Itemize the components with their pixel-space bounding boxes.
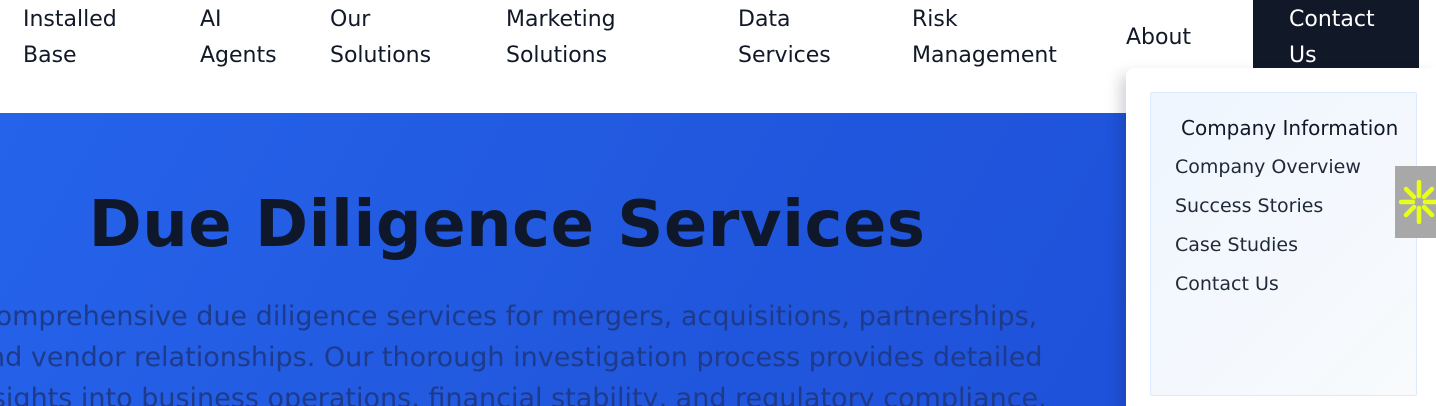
nav-our-solutions[interactable]: Our Solutions (330, 2, 431, 74)
contact-us-button[interactable]: Contact Us (1253, 0, 1419, 68)
nav-ai-agents[interactable]: AI Agents (200, 2, 277, 74)
nav-data-services[interactable]: Data Services (738, 2, 831, 74)
nav-marketing-solutions[interactable]: Marketing Solutions (506, 2, 616, 74)
dropdown-link-case-studies[interactable]: Case Studies (1175, 232, 1298, 258)
dropdown-link-contact-us[interactable]: Contact Us (1175, 271, 1279, 297)
sparkle-icon (1399, 180, 1436, 224)
company-information-panel: Company Information Company Overview Suc… (1150, 92, 1417, 396)
hero-title: Due Diligence Services (88, 188, 926, 262)
hero-description: Comprehensive due diligence services for… (0, 301, 1047, 406)
nav-installed-base[interactable]: Installed Base (23, 2, 117, 74)
dropdown-link-company-overview[interactable]: Company Overview (1175, 154, 1361, 180)
page: Installed Base AI Agents Our Solutions M… (0, 0, 1436, 406)
dropdown-heading: Company Information (1181, 116, 1399, 140)
nav-about[interactable]: About (1126, 20, 1191, 56)
floating-widget-button[interactable] (1395, 166, 1436, 238)
dropdown-link-success-stories[interactable]: Success Stories (1175, 193, 1323, 219)
nav-risk-management[interactable]: Risk Management (912, 2, 1057, 74)
about-dropdown-menu: Company Information Company Overview Suc… (1126, 68, 1436, 406)
